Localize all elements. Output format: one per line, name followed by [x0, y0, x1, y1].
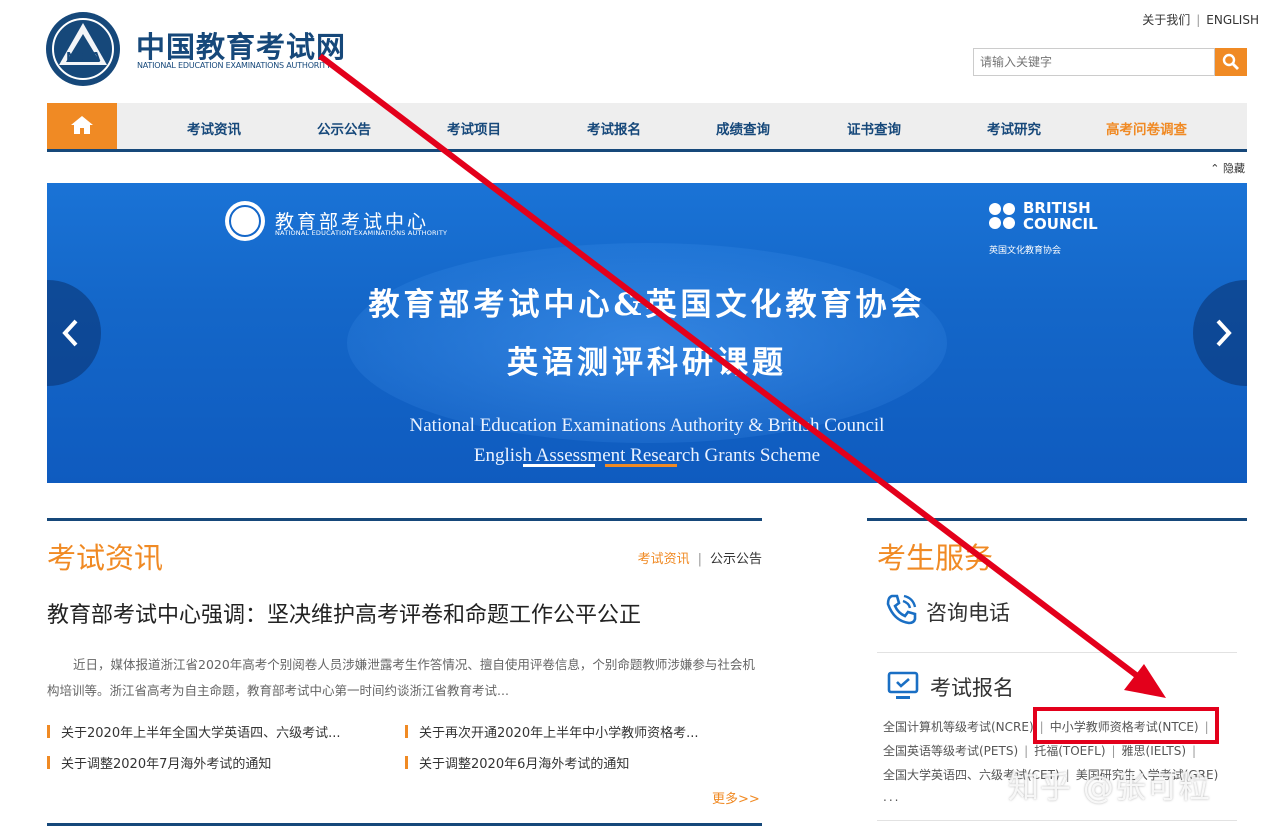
watermark: 知乎 @张可粒 — [1008, 770, 1211, 806]
highlight-box — [1033, 707, 1219, 744]
